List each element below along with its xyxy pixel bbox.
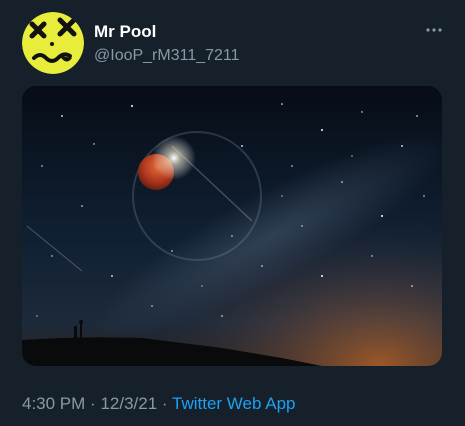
meta-separator: · xyxy=(90,394,96,413)
tweet-time[interactable]: 4:30 PM xyxy=(22,394,85,413)
dead-smiley-avatar-icon xyxy=(22,12,84,74)
tweet-card: Mr Pool @IooP_rM311_7211 4:30 PM · 12/3/… xyxy=(0,0,465,426)
meta-separator: · xyxy=(161,394,168,413)
blood-moon-night-sky-image xyxy=(22,86,442,366)
tweet-date[interactable]: 12/3/21 xyxy=(100,394,157,413)
more-horizontal-icon[interactable] xyxy=(425,26,443,34)
tweet-media-image[interactable] xyxy=(22,86,442,366)
tweet-source-link[interactable]: Twitter Web App xyxy=(172,394,295,413)
avatar[interactable] xyxy=(22,12,84,74)
user-handle[interactable]: @IooP_rM311_7211 xyxy=(94,46,240,66)
display-name[interactable]: Mr Pool xyxy=(94,22,156,42)
tweet-meta: 4:30 PM · 12/3/21 · Twitter Web App xyxy=(22,394,295,414)
